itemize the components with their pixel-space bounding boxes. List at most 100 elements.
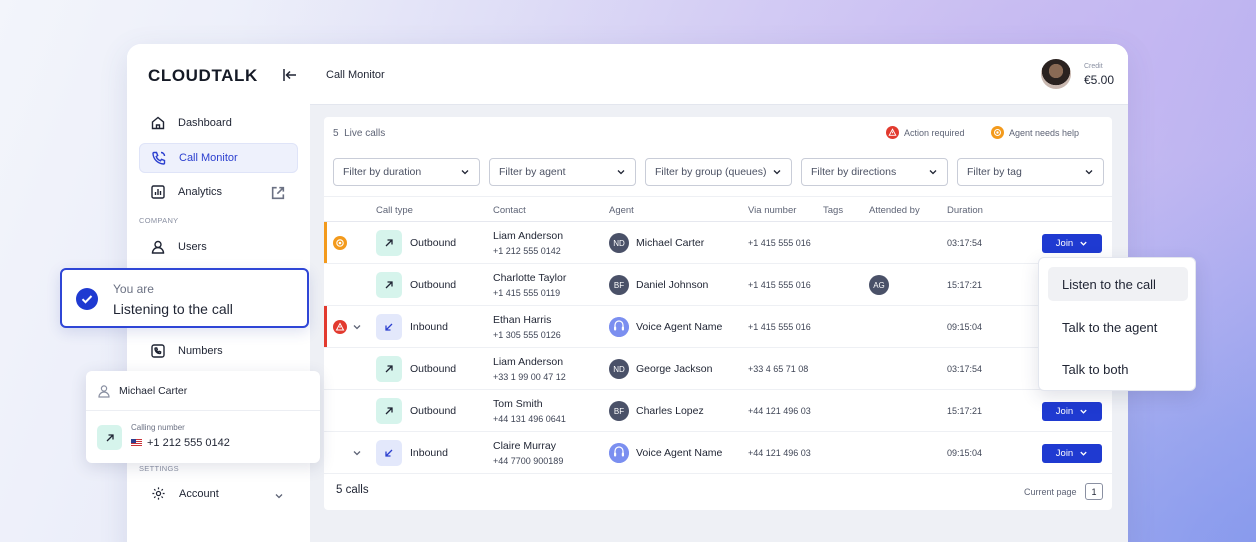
join-label: Join [1055, 238, 1074, 249]
attended-by-avatar: AG [869, 275, 889, 295]
inbound-icon [376, 314, 402, 340]
col-tags[interactable]: Tags [823, 205, 843, 216]
sidebar-item-dashboard[interactable]: Dashboard [139, 108, 298, 138]
phone-square-icon [151, 344, 165, 358]
filter-tag[interactable]: Filter by tag [957, 158, 1104, 186]
chevron-down-icon [1085, 170, 1093, 175]
menu-item-talk-agent[interactable]: Talk to the agent [1048, 310, 1188, 344]
col-agent[interactable]: Agent [609, 205, 634, 216]
sidebar-item-users[interactable]: Users [139, 232, 298, 262]
col-duration[interactable]: Duration [947, 205, 983, 216]
contact-name: Charlotte Taylor [493, 272, 567, 284]
user-icon [151, 240, 165, 254]
join-label: Join [1055, 406, 1074, 417]
calling-number-label: Calling number [131, 423, 185, 432]
call-type: Outbound [410, 279, 457, 291]
join-button[interactable]: Join [1042, 444, 1102, 463]
duration: 09:15:04 [947, 448, 983, 458]
col-attended-by[interactable]: Attended by [869, 205, 920, 216]
gear-icon [152, 487, 165, 500]
table-row[interactable]: Outbound Liam Anderson +33 1 99 00 47 12… [324, 348, 1112, 390]
sidebar-item-label: Analytics [178, 186, 223, 198]
legend-label: Agent needs help [1009, 127, 1080, 138]
filter-directions[interactable]: Filter by directions [801, 158, 948, 186]
menu-item-talk-both[interactable]: Talk to both [1048, 352, 1188, 386]
col-call-type[interactable]: Call type [376, 205, 413, 216]
outbound-icon [97, 425, 122, 450]
credit-label: Credit [1084, 63, 1103, 70]
call-type: Outbound [410, 405, 457, 417]
table-row[interactable]: Outbound Liam Anderson +1 212 555 0142 N… [324, 222, 1112, 264]
filter-duration[interactable]: Filter by duration [333, 158, 480, 186]
call-type: Outbound [410, 363, 457, 375]
live-count: 5 [333, 128, 339, 139]
chevron-down-icon [617, 170, 625, 175]
join-dropdown-menu: Listen to the call Talk to the agent Tal… [1038, 257, 1196, 391]
collapse-sidebar-icon[interactable] [282, 67, 298, 83]
filter-label: Filter by tag [967, 166, 1022, 178]
legend-label: Action required [904, 127, 965, 138]
live-calls-card: 5 Live calls Action required Agent needs… [324, 117, 1112, 510]
menu-item-listen[interactable]: Listen to the call [1048, 267, 1188, 301]
sidebar-item-label: Call Monitor [179, 152, 238, 164]
listening-status-card: You are Listening to the call [60, 268, 309, 328]
via-number: +44 121 496 03 [748, 406, 811, 416]
voice-agent-icon [609, 443, 629, 463]
filter-group[interactable]: Filter by group (queues) [645, 158, 792, 186]
help-icon [333, 236, 347, 250]
contact-number: +1 415 555 0119 [493, 288, 561, 298]
section-label-company: COMPANY [139, 216, 179, 225]
agent-avatar: BF [609, 401, 629, 421]
chevron-down-icon [1080, 409, 1087, 414]
check-circle-icon [76, 288, 98, 310]
chevron-down-icon[interactable] [352, 322, 362, 332]
chart-icon [151, 185, 165, 199]
table-header: Call type Contact Agent Via number Tags … [324, 196, 1112, 222]
table-row[interactable]: Outbound Charlotte Taylor +1 415 555 011… [324, 264, 1112, 306]
person-icon [98, 385, 110, 398]
caller-name: Michael Carter [119, 385, 188, 397]
home-icon [151, 116, 165, 130]
avatar[interactable] [1041, 59, 1071, 89]
chevron-down-icon [461, 170, 469, 175]
sidebar-item-account[interactable]: Account [151, 486, 219, 501]
table-row[interactable]: Inbound Ethan Harris +1 305 555 0126 Voi… [324, 306, 1112, 348]
table-row[interactable]: Inbound Claire Murray +44 7700 900189 Vo… [324, 432, 1112, 474]
chevron-down-icon [773, 170, 781, 175]
legend-agent-needs-help: Agent needs help [991, 126, 1079, 139]
current-page-label: Current page [1024, 487, 1077, 497]
sidebar-item-call-monitor[interactable]: Call Monitor [139, 143, 298, 173]
alert-icon [886, 126, 899, 139]
via-number: +1 415 555 016 [748, 280, 811, 290]
agent-avatar: BF [609, 275, 629, 295]
chevron-down-icon [929, 170, 937, 175]
main-area: Call Monitor Credit €5.00 5 Live calls A… [310, 44, 1128, 542]
duration: 09:15:04 [947, 322, 983, 332]
col-via-number[interactable]: Via number [748, 205, 796, 216]
outbound-icon [376, 356, 402, 382]
page-number[interactable]: 1 [1085, 483, 1103, 500]
chevron-down-icon[interactable] [274, 491, 284, 501]
duration: 15:17:21 [947, 406, 983, 416]
contact-name: Liam Anderson [493, 356, 564, 368]
agent-name: Charles Lopez [636, 405, 704, 417]
sidebar-item-analytics[interactable]: Analytics [139, 177, 298, 207]
call-type: Inbound [410, 447, 448, 459]
logo: CLOUDTALK [148, 66, 258, 85]
duration: 03:17:54 [947, 238, 983, 248]
agent-name: Voice Agent Name [636, 321, 723, 333]
sidebar-item-label: Numbers [178, 345, 223, 357]
outbound-icon [376, 272, 402, 298]
section-label-settings: SETTINGS [139, 464, 179, 473]
chevron-down-icon[interactable] [352, 448, 362, 458]
sidebar-item-numbers[interactable]: Numbers [139, 336, 298, 366]
join-button[interactable]: Join [1042, 402, 1102, 421]
filter-agent[interactable]: Filter by agent [489, 158, 636, 186]
table-footer: 5 calls Current page 1 [324, 472, 1112, 510]
contact-name: Tom Smith [493, 398, 543, 410]
join-button[interactable]: Join [1042, 234, 1102, 253]
col-contact[interactable]: Contact [493, 205, 526, 216]
table-row[interactable]: Outbound Tom Smith +44 131 496 0641 BF C… [324, 390, 1112, 432]
help-icon [991, 126, 1004, 139]
agent-avatar: ND [609, 233, 629, 253]
